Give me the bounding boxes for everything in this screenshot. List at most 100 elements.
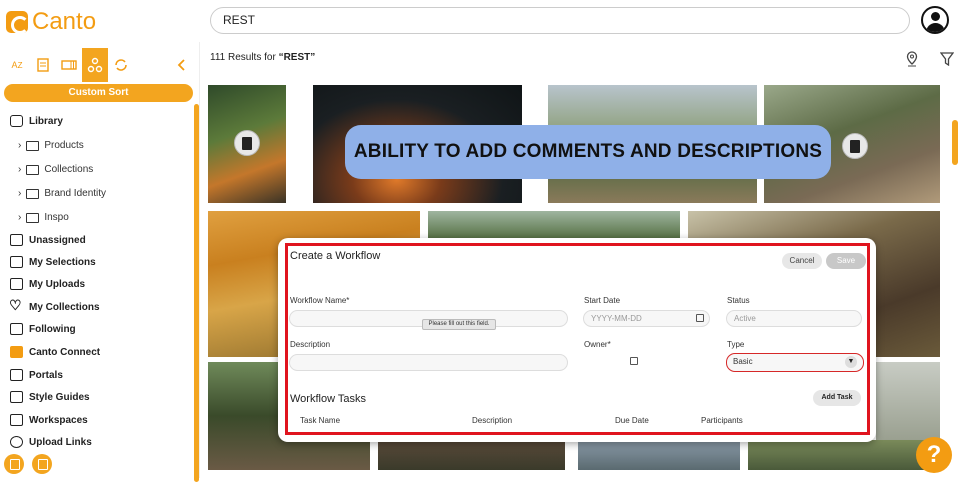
photo-tile[interactable] <box>876 362 940 440</box>
help-button[interactable]: ? <box>916 437 952 473</box>
workflow-tasks-heading: Workflow Tasks <box>290 393 367 405</box>
sidebar-subitem-label: Brand Identity <box>44 188 107 199</box>
chevron-right-icon: › <box>18 188 22 199</box>
results-prefix: Results for <box>227 52 276 63</box>
new-document-icon[interactable] <box>4 454 24 474</box>
sidebar-toolbar: AZ <box>4 48 194 82</box>
feature-banner: ABILITY TO ADD COMMENTS AND DESCRIPTIONS <box>345 125 831 179</box>
sidebar-item-my-selections[interactable]: My Selections <box>10 256 96 268</box>
sidebar-item-my-collections[interactable]: My Collections <box>9 297 100 314</box>
save-button[interactable]: Save <box>826 253 866 269</box>
new-folder-icon[interactable] <box>32 454 52 474</box>
location-pin-icon[interactable] <box>905 51 919 67</box>
type-label: Type <box>727 340 745 349</box>
top-header: Canto REST <box>0 0 960 42</box>
calendar-icon[interactable] <box>696 314 704 322</box>
results-count: 111 <box>210 52 226 63</box>
sidebar-item-upload-links[interactable]: Upload Links <box>10 436 92 448</box>
status-field[interactable]: Active <box>726 310 862 327</box>
sidebar-bottom-actions <box>4 454 52 474</box>
status-label: Status <box>727 296 750 305</box>
sidebar-item-unassigned[interactable]: Unassigned <box>10 234 86 246</box>
sidebar-item-style-guides[interactable]: Style Guides <box>10 391 90 403</box>
sidebar-item-label: My Uploads <box>29 278 86 290</box>
feature-banner-text: ABILITY TO ADD COMMENTS AND DESCRIPTIONS <box>353 141 823 162</box>
column-header-participants[interactable]: Participants <box>701 416 743 425</box>
sidebar-item-label: My Collections <box>29 301 100 313</box>
sidebar-subitem-label: Inspo <box>44 212 69 223</box>
chevron-down-icon[interactable]: ▼ <box>845 356 857 368</box>
start-date-field[interactable]: YYYY-MM-DD <box>583 310 710 327</box>
sidebar-scrollbar[interactable] <box>194 104 199 482</box>
sidebar-item-following[interactable]: Following <box>10 323 76 335</box>
user-avatar-icon[interactable] <box>921 6 949 34</box>
sidebar-item-label: Upload Links <box>29 436 92 448</box>
sidebar-item-label: Unassigned <box>29 234 86 246</box>
heart-icon <box>9 297 23 314</box>
style-guide-icon <box>10 391 23 403</box>
sidebar-item-label: Style Guides <box>29 391 90 403</box>
type-select[interactable]: Basic <box>726 353 864 372</box>
collapse-sidebar-icon[interactable] <box>168 48 194 82</box>
sidebar-subitem-inspo[interactable]: › Inspo <box>18 212 69 223</box>
external-link-icon[interactable] <box>630 357 638 365</box>
workflow-name-label: Workflow Name* <box>290 296 350 305</box>
highlight-frame <box>285 243 870 435</box>
folder-icon <box>26 188 40 199</box>
unassigned-icon <box>10 234 23 246</box>
description-label: Description <box>290 340 331 349</box>
tree-view-icon[interactable] <box>82 48 108 82</box>
sync-icon[interactable] <box>108 48 134 82</box>
portal-icon <box>10 369 23 381</box>
column-header-task-name[interactable]: Task Name <box>300 416 340 425</box>
filter-icon[interactable] <box>940 52 954 66</box>
sidebar-subitem-products[interactable]: › Products <box>18 140 84 151</box>
add-task-button[interactable]: Add Task <box>813 390 861 406</box>
workspace-icon <box>10 414 23 426</box>
sidebar-item-label: Portals <box>29 369 63 381</box>
sidebar-item-portals[interactable]: Portals <box>10 369 63 381</box>
start-date-label: Start Date <box>584 296 621 305</box>
sidebar-item-label: Following <box>29 323 76 335</box>
chevron-right-icon: › <box>18 212 22 223</box>
results-query: “REST” <box>278 52 316 63</box>
sidebar-item-label: Library <box>29 115 63 127</box>
validation-tooltip: Please fill out this field. <box>422 319 496 330</box>
folder-icon <box>26 212 40 223</box>
sidebar-item-label: My Selections <box>29 256 96 268</box>
content-scrollbar[interactable] <box>952 120 958 165</box>
canto-logo-text: Canto <box>32 8 97 35</box>
photo-tile[interactable] <box>578 440 740 470</box>
custom-sort-button[interactable]: Custom Sort <box>4 84 193 102</box>
dialog-title: Create a Workflow <box>290 250 381 262</box>
chevron-right-icon: › <box>18 164 22 175</box>
sidebar-item-label: Canto Connect <box>29 346 101 358</box>
sidebar-item-workspaces[interactable]: Workspaces <box>10 414 88 426</box>
list-view-icon[interactable] <box>30 48 56 82</box>
column-header-description[interactable]: Description <box>472 416 512 425</box>
following-icon <box>10 323 23 335</box>
canto-logo[interactable]: Canto <box>6 8 96 36</box>
sidebar-item-canto-connect[interactable]: Canto Connect <box>10 346 100 358</box>
photo-tile[interactable] <box>208 85 286 203</box>
filmstrip-icon[interactable] <box>56 48 82 82</box>
selections-icon <box>10 256 23 268</box>
canto-connect-icon <box>10 346 23 358</box>
sidebar-subitem-collections[interactable]: › Collections <box>18 164 93 175</box>
sort-az-icon[interactable]: AZ <box>4 48 30 82</box>
document-icon <box>234 130 260 156</box>
sidebar-item-library[interactable]: Library <box>10 115 63 127</box>
sidebar-subitem-label: Products <box>44 140 84 151</box>
photo-tile[interactable] <box>428 211 680 241</box>
canto-logo-mark-icon <box>6 11 29 34</box>
photo-tile[interactable] <box>378 440 565 470</box>
sidebar-subitem-brand-identity[interactable]: › Brand Identity <box>18 188 106 199</box>
description-field[interactable] <box>289 354 568 371</box>
sidebar-item-my-uploads[interactable]: My Uploads <box>10 278 85 290</box>
search-input[interactable]: REST <box>210 7 910 34</box>
photo-tile[interactable] <box>748 440 940 470</box>
column-header-due-date[interactable]: Due Date <box>615 416 649 425</box>
library-icon <box>10 115 23 127</box>
chevron-right-icon: › <box>18 140 22 151</box>
cancel-button[interactable]: Cancel <box>782 253 822 269</box>
